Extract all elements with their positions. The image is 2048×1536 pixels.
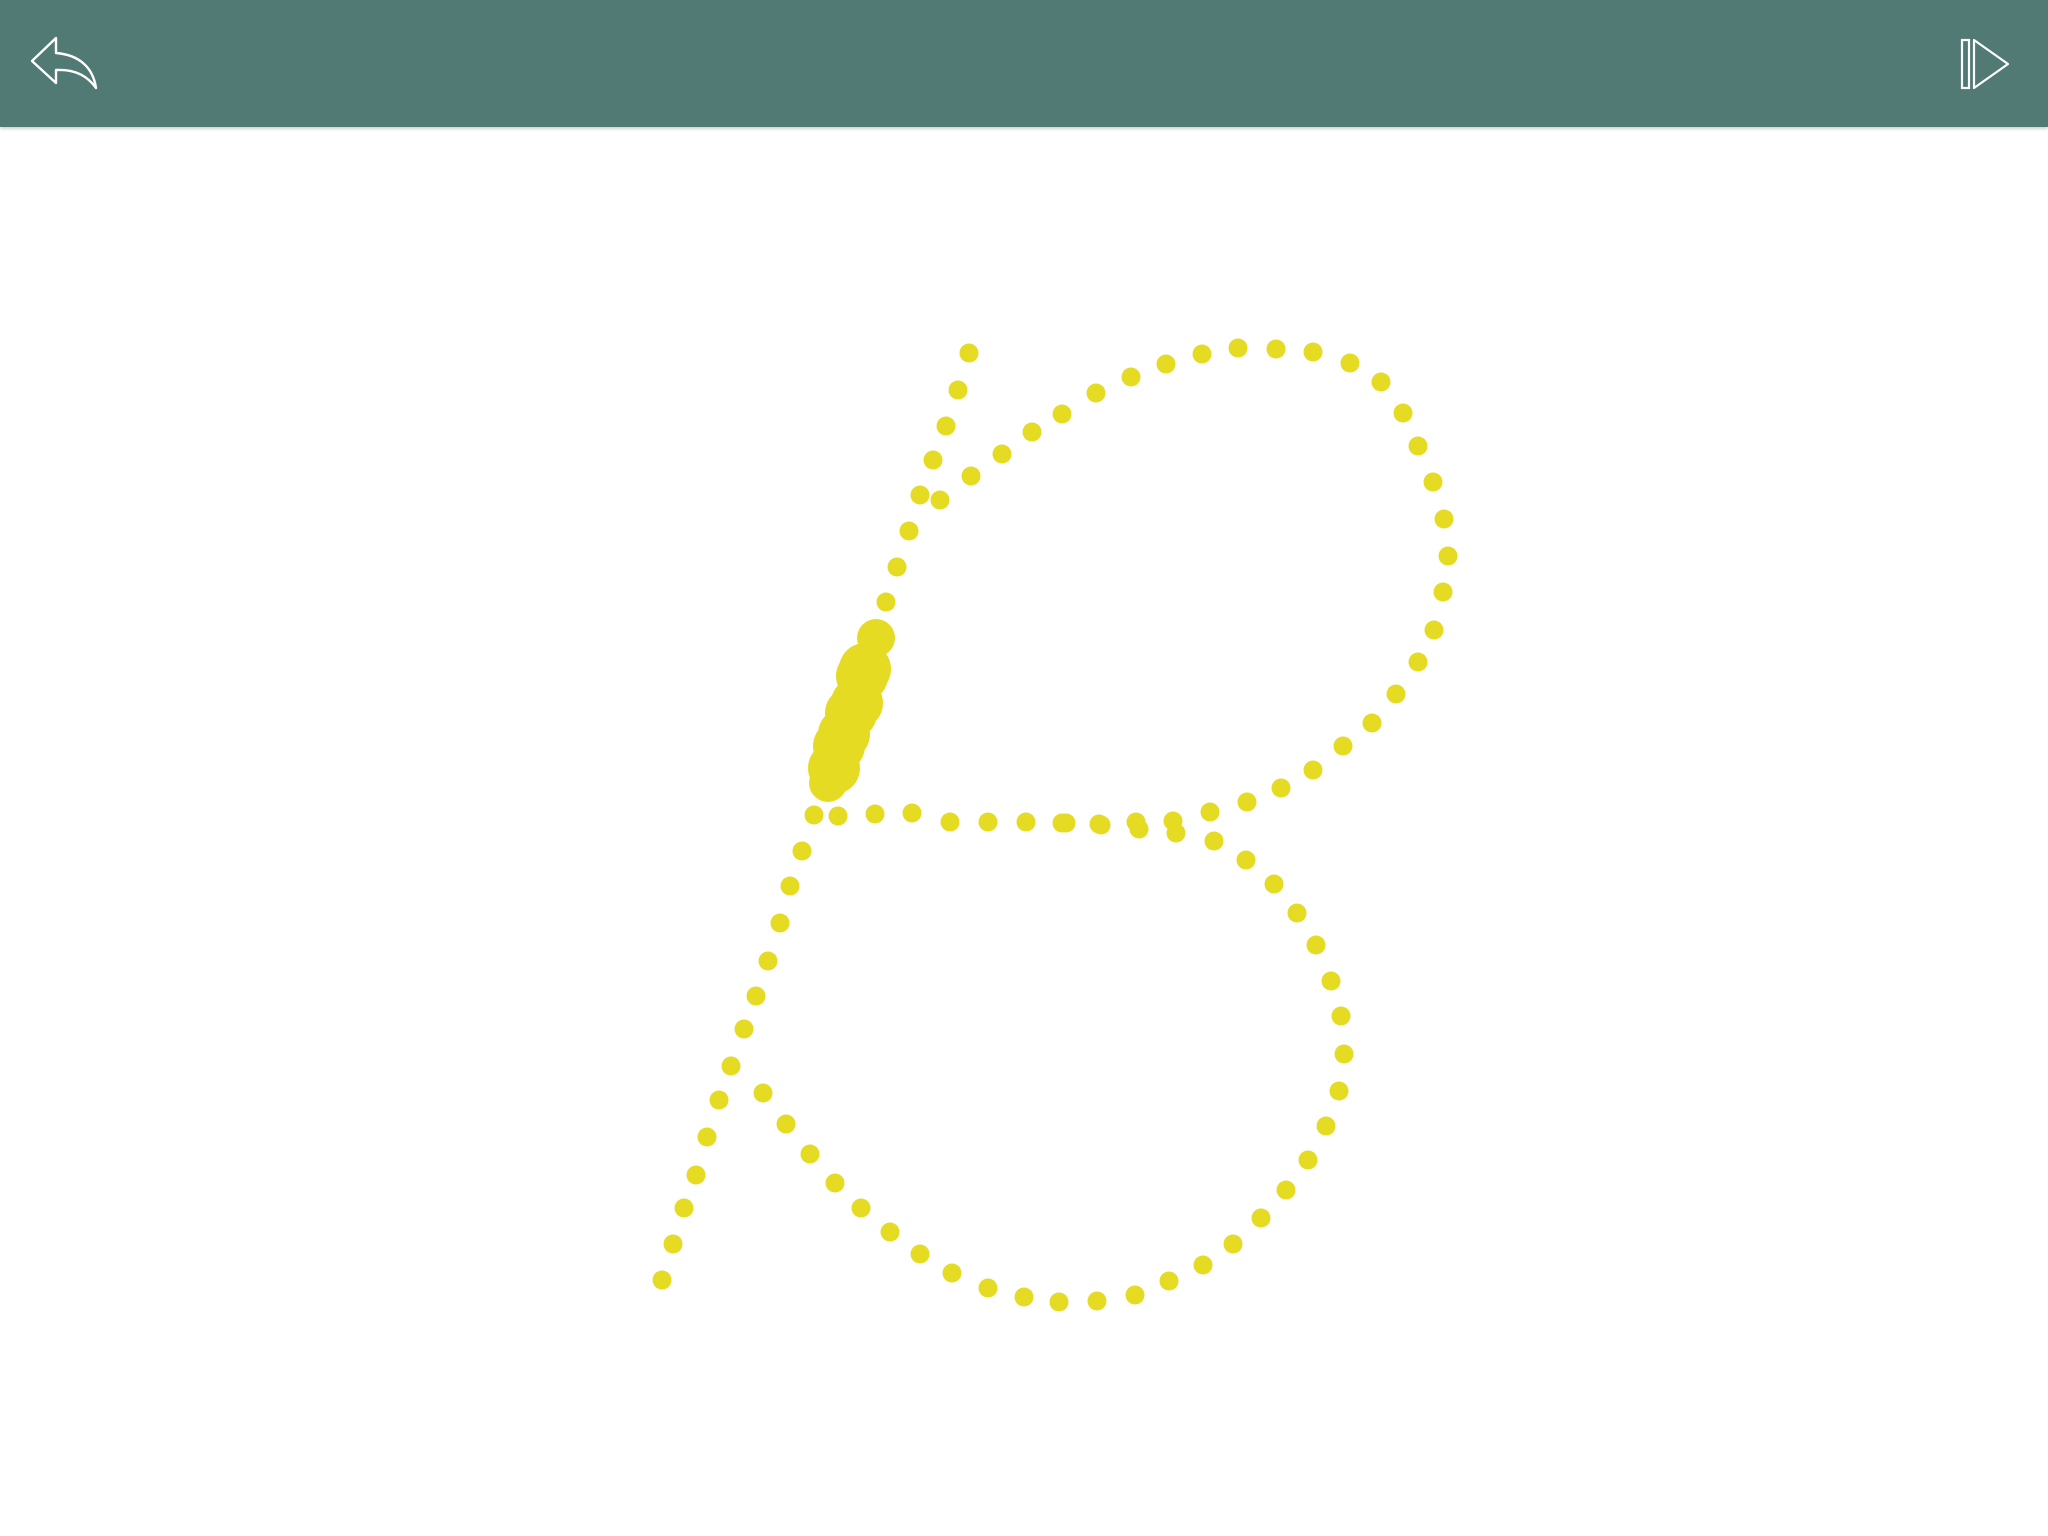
upper-bowl-guide-dot	[1303, 342, 1323, 362]
upper-bowl-guide-dot	[1424, 620, 1444, 640]
lower-bowl-guide-dot	[1056, 813, 1076, 833]
upper-bowl-guide-dot	[1052, 404, 1072, 424]
upper-bowl-guide-dot	[1438, 546, 1458, 566]
lower-bowl-guide-dot	[1125, 1285, 1145, 1305]
upper-bowl-guide-dot	[1086, 383, 1106, 403]
stem-guide-dot	[948, 380, 968, 400]
upper-bowl-guide-dot	[828, 806, 848, 826]
stem-guide-dot	[923, 450, 943, 470]
stem-guide-dot	[686, 1165, 706, 1185]
lower-bowl-guide-dot	[1204, 831, 1224, 851]
lower-bowl-guide-dot	[880, 1222, 900, 1242]
stem-guide-dot	[959, 343, 979, 363]
user-stroke-mark	[809, 764, 847, 802]
lower-bowl-guide-dot	[910, 1244, 930, 1264]
upper-bowl-guide-dot	[865, 804, 885, 824]
lower-bowl-guide-dot	[1193, 1255, 1213, 1275]
upper-bowl-guide-dot	[1340, 353, 1360, 373]
upper-bowl-guide-dot	[1408, 436, 1428, 456]
upper-bowl-guide-dot	[1022, 422, 1042, 442]
stem-guide-dot	[770, 913, 790, 933]
lower-bowl-guide-dot	[1223, 1234, 1243, 1254]
lower-bowl-guide-dot	[1316, 1116, 1336, 1136]
lower-bowl-guide-dot	[1298, 1150, 1318, 1170]
upper-bowl-guide-dot	[1371, 372, 1391, 392]
upper-bowl-guide-dot	[1192, 344, 1212, 364]
tracing-screen	[0, 0, 2048, 1536]
stem-guide-dot	[746, 986, 766, 1006]
lower-bowl-guide-dot	[978, 1278, 998, 1298]
stem-guide-dot	[697, 1127, 717, 1147]
upper-bowl-guide-dot	[1266, 339, 1286, 359]
lower-bowl-guide-dot	[1236, 850, 1256, 870]
lower-bowl-guide-dot	[1264, 874, 1284, 894]
lower-bowl-guide-dot	[942, 1263, 962, 1283]
stem-guide-dot	[876, 592, 896, 612]
upper-bowl-guide-dot	[978, 812, 998, 832]
stem-guide-dot	[652, 1270, 672, 1290]
stem-guide-dot	[709, 1090, 729, 1110]
upper-bowl-guide-dot	[1393, 403, 1413, 423]
lower-bowl-guide-dot	[1329, 1081, 1349, 1101]
upper-bowl-guide-dot	[1237, 792, 1257, 812]
letter-b-guide	[652, 338, 1458, 1312]
upper-bowl-guide-dot	[930, 490, 950, 510]
upper-bowl-guide-dot	[1228, 338, 1248, 358]
lower-bowl-guide-dot	[825, 1173, 845, 1193]
lower-bowl-guide-dot	[1334, 1044, 1354, 1064]
stem-guide-dot	[899, 521, 919, 541]
stem-guide-dot	[792, 841, 812, 861]
back-button[interactable]	[26, 28, 98, 100]
upper-bowl-guide-dot	[961, 466, 981, 486]
stem-guide-dot	[734, 1019, 754, 1039]
lower-bowl-guide-dot	[1321, 971, 1341, 991]
stem-guide-dot	[804, 805, 824, 825]
lower-bowl-guide-dot	[753, 1083, 773, 1103]
skip-forward-icon	[1960, 38, 2010, 90]
lower-bowl-guide-dot	[1166, 823, 1186, 843]
upper-bowl-guide-dot	[1386, 684, 1406, 704]
lower-bowl-guide-dot	[776, 1114, 796, 1134]
upper-bowl-guide-dot	[902, 803, 922, 823]
upper-bowl-guide-dot	[1016, 812, 1036, 832]
stem-guide-dot	[936, 416, 956, 436]
upper-bowl-guide-dot	[940, 812, 960, 832]
reply-arrow-icon	[30, 36, 98, 90]
upper-bowl-guide-dot	[1303, 760, 1323, 780]
stem-guide-dot	[910, 485, 930, 505]
upper-bowl-guide-dot	[1434, 509, 1454, 529]
upper-bowl-guide-dot	[1333, 736, 1353, 756]
lower-bowl-guide-dot	[1091, 815, 1111, 835]
upper-bowl-guide-dot	[992, 444, 1012, 464]
stem-guide-dot	[887, 557, 907, 577]
lower-bowl-guide-dot	[800, 1144, 820, 1164]
upper-bowl-guide-dot	[1362, 713, 1382, 733]
lower-bowl-guide-dot	[1159, 1271, 1179, 1291]
top-toolbar	[0, 0, 2048, 127]
tracing-canvas[interactable]	[0, 127, 2048, 1536]
stem-guide-dot	[721, 1056, 741, 1076]
lower-bowl-guide-dot	[851, 1198, 871, 1218]
lower-bowl-guide-dot	[1306, 935, 1326, 955]
upper-bowl-guide-dot	[1423, 472, 1443, 492]
lower-bowl-guide-dot	[1087, 1291, 1107, 1311]
lower-bowl-guide-dot	[1276, 1180, 1296, 1200]
stem-guide-dot	[663, 1234, 683, 1254]
upper-bowl-guide-dot	[1271, 778, 1291, 798]
stem-guide-dot	[674, 1198, 694, 1218]
upper-bowl-guide-dot	[1156, 354, 1176, 374]
lower-bowl-guide-dot	[1129, 819, 1149, 839]
lower-bowl-guide-dot	[1251, 1208, 1271, 1228]
upper-bowl-guide-dot	[1433, 582, 1453, 602]
upper-bowl-guide-dot	[1408, 652, 1428, 672]
lower-bowl-guide-dot	[1287, 903, 1307, 923]
next-button[interactable]	[1956, 28, 2028, 100]
stem-guide-dot	[758, 951, 778, 971]
stem-guide-dot	[780, 876, 800, 896]
lower-bowl-guide-dot	[1014, 1287, 1034, 1307]
upper-bowl-guide-dot	[1121, 367, 1141, 387]
lower-bowl-guide-dot	[1049, 1292, 1069, 1312]
upper-bowl-guide-dot	[1200, 802, 1220, 822]
lower-bowl-guide-dot	[1331, 1006, 1351, 1026]
